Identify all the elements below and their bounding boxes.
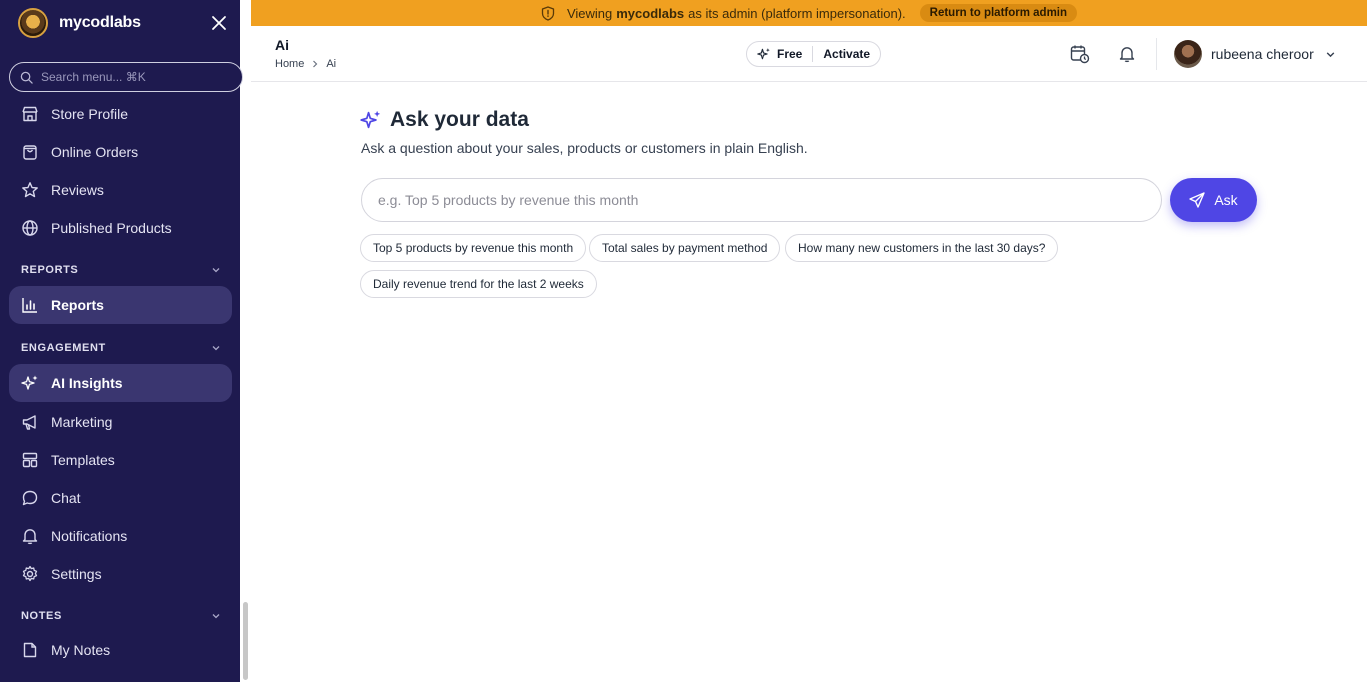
sparkles-icon	[21, 374, 39, 392]
section-title: NOTES	[21, 610, 62, 622]
chevron-down-icon	[1325, 49, 1336, 60]
close-icon	[212, 16, 226, 30]
brand-name: mycodlabs	[59, 14, 141, 31]
sidebar-item-settings[interactable]: Settings	[9, 555, 232, 593]
sidebar-item-label: My Notes	[51, 642, 111, 658]
bell-icon	[1119, 47, 1135, 63]
page-title: Ai	[275, 37, 289, 53]
calendar-clock-icon	[1070, 45, 1090, 64]
bar-chart-icon	[21, 296, 39, 314]
chevron-down-icon	[212, 268, 220, 273]
ask-subtitle: Ask a question about your sales, product…	[361, 140, 808, 156]
chevron-right-icon	[311, 60, 319, 68]
plan-pill[interactable]: Free Activate	[746, 41, 882, 67]
sidebar-item-label: Store Profile	[51, 106, 129, 122]
section-reports[interactable]: REPORTS	[21, 262, 221, 278]
sidebar-item-label: Published Products	[51, 220, 172, 236]
banner-brand: mycodlabs	[616, 5, 685, 21]
breadcrumb-home[interactable]: Home	[275, 58, 304, 70]
return-to-platform-admin-button[interactable]: Return to platform admin	[919, 4, 1078, 22]
close-sidebar-button[interactable]	[208, 12, 230, 34]
suggestion-chip[interactable]: Daily revenue trend for the last 2 weeks	[360, 270, 597, 298]
sidebar-item-label: Reviews	[51, 182, 104, 198]
globe-icon	[21, 219, 39, 237]
sidebar-item-label: Online Orders	[51, 144, 139, 160]
plan-divider	[812, 46, 814, 62]
suggestion-chip[interactable]: How many new customers in the last 30 da…	[785, 234, 1059, 262]
section-notes[interactable]: NOTES	[21, 608, 221, 624]
avatar	[1174, 40, 1202, 68]
sidebar-item-my-notes[interactable]: My Notes	[9, 631, 232, 669]
breadcrumb-current: Ai	[326, 58, 337, 70]
sidebar-search-input[interactable]	[41, 70, 231, 84]
ask-title: Ask your data	[360, 108, 529, 132]
sidebar-item-templates[interactable]: Templates	[9, 441, 232, 479]
gear-icon	[21, 565, 39, 583]
bell-icon	[21, 527, 39, 545]
sidebar-item-published-products[interactable]: Published Products	[9, 209, 232, 247]
notifications-button[interactable]	[1116, 43, 1138, 65]
header-divider	[1156, 38, 1157, 70]
note-icon	[21, 641, 39, 659]
question-input[interactable]	[361, 178, 1162, 222]
page-heading: Ask your data	[390, 108, 529, 131]
sidebar-item-reviews[interactable]: Reviews	[9, 171, 232, 209]
sidebar: mycodlabs Store Profile Online Orders Re…	[0, 0, 251, 682]
sidebar-item-online-orders[interactable]: Online Orders	[9, 133, 232, 171]
sidebar-item-reports[interactable]: Reports	[9, 286, 232, 324]
section-engagement[interactable]: ENGAGEMENT	[21, 340, 221, 356]
section-title: ENGAGEMENT	[21, 342, 106, 354]
shield-icon	[541, 5, 555, 21]
sidebar-search[interactable]	[9, 62, 243, 92]
plan-label: Free	[777, 47, 803, 61]
breadcrumb: Home Ai	[275, 58, 336, 70]
sidebar-scrollbar-thumb[interactable]	[243, 602, 248, 680]
brand-logo	[18, 8, 48, 38]
user-name: rubeena cheroor	[1211, 46, 1314, 62]
sidebar-item-label: AI Insights	[51, 375, 123, 391]
section-title: REPORTS	[21, 264, 79, 276]
sidebar-item-label: Templates	[51, 452, 115, 468]
sidebar-item-store-profile[interactable]: Store Profile	[9, 95, 232, 133]
sidebar-item-label: Marketing	[51, 414, 113, 430]
suggestion-chip[interactable]: Total sales by payment method	[589, 234, 781, 262]
sidebar-item-label: Settings	[51, 566, 102, 582]
sidebar-item-ai-insights[interactable]: AI Insights	[9, 364, 232, 402]
send-icon	[1189, 192, 1206, 208]
sidebar-item-chat[interactable]: Chat	[9, 479, 232, 517]
suggestion-chip[interactable]: Top 5 products by revenue this month	[360, 234, 587, 262]
sparkles-icon	[360, 109, 382, 131]
star-icon	[21, 181, 39, 199]
activate-button[interactable]: Activate	[823, 47, 870, 61]
sidebar-item-label: Notifications	[51, 528, 128, 544]
chevron-down-icon	[212, 614, 220, 619]
banner-suffix: as its admin (platform impersonation).	[688, 5, 906, 21]
calendar-clock-button[interactable]	[1069, 43, 1091, 65]
search-icon	[20, 71, 33, 84]
shopping-bag-icon	[21, 143, 39, 161]
megaphone-icon	[21, 413, 39, 431]
sidebar-item-notifications[interactable]: Notifications	[9, 517, 232, 555]
chat-bubble-icon	[21, 489, 39, 507]
impersonation-banner: Viewing mycodlabs as its admin (platform…	[251, 0, 1367, 26]
sidebar-item-label: Chat	[51, 490, 81, 506]
ask-button-label: Ask	[1214, 192, 1238, 208]
sidebar-item-label: Reports	[51, 297, 104, 313]
sidebar-scrollbar-track[interactable]	[240, 0, 251, 682]
sidebar-item-marketing[interactable]: Marketing	[9, 403, 232, 441]
brand[interactable]: mycodlabs	[18, 8, 141, 38]
sparkles-icon	[757, 47, 771, 61]
banner-prefix: Viewing	[566, 5, 613, 21]
user-menu[interactable]: rubeena cheroor	[1174, 40, 1336, 68]
ask-button[interactable]: Ask	[1170, 178, 1257, 222]
layout-icon	[21, 451, 39, 469]
store-icon	[21, 105, 39, 123]
page-header: Ai Home Ai Free Activate rubeena cheroor	[251, 26, 1367, 82]
chevron-down-icon	[212, 346, 220, 351]
